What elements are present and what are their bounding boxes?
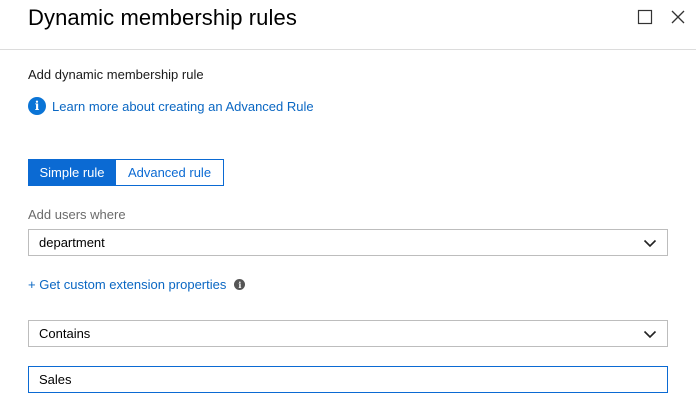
chevron-down-icon [643,330,657,339]
maximize-button[interactable] [636,8,654,26]
custom-extension-label: + Get custom extension properties [28,277,227,292]
attribute-label: Add users where [28,207,126,222]
learn-more-link[interactable]: i Learn more about creating an Advanced … [28,97,314,115]
learn-more-label: Learn more about creating an Advanced Ru… [52,98,314,114]
custom-extension-link[interactable]: + Get custom extension properties i [28,277,246,292]
chevron-down-icon [643,239,657,248]
tab-advanced-rule[interactable]: Advanced rule [116,159,224,186]
info-icon[interactable]: i [234,279,246,290]
section-label: Add dynamic membership rule [28,67,204,82]
attribute-dropdown[interactable]: department [28,229,668,256]
info-icon: i [28,97,46,115]
page-title: Dynamic membership rules [28,5,297,30]
operator-dropdown[interactable]: Contains [28,320,668,347]
close-button[interactable] [669,8,687,26]
blade-header: Dynamic membership rules [0,0,696,50]
maximize-icon [637,9,653,25]
operator-dropdown-value: Contains [39,326,91,341]
tab-simple-rule[interactable]: Simple rule [28,159,116,186]
value-input[interactable] [28,366,668,393]
close-icon [671,10,685,24]
attribute-dropdown-value: department [39,235,105,250]
rule-type-toggle: Simple rule Advanced rule [28,159,224,186]
